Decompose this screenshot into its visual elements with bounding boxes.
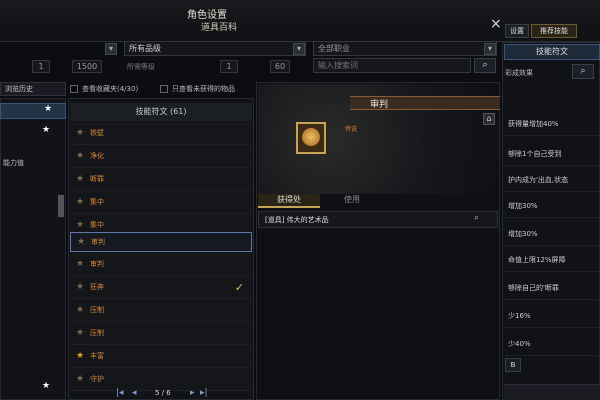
right-line: 少16% bbox=[504, 304, 600, 328]
list-item[interactable]: ★ 断罪 bbox=[70, 168, 252, 191]
star-icon[interactable]: ★ bbox=[42, 381, 50, 391]
chevron-down-icon[interactable]: ▾ bbox=[484, 43, 496, 55]
close-button[interactable]: × bbox=[490, 16, 502, 32]
item-grade: 传说 bbox=[345, 126, 358, 133]
list-item[interactable]: ★ 净化 bbox=[70, 145, 252, 168]
right-line: 获得量增加40% bbox=[504, 112, 600, 136]
source-text: [道具] 伟大的艺术品 bbox=[265, 216, 329, 224]
favorites-checkbox[interactable] bbox=[70, 85, 78, 93]
list-item[interactable]: ★ 守护 bbox=[70, 368, 252, 391]
star-icon[interactable]: ★ bbox=[70, 174, 90, 184]
level-min-left-field[interactable]: 1 bbox=[32, 60, 50, 73]
star-icon[interactable]: ★ bbox=[70, 328, 90, 338]
star-icon[interactable]: ★ bbox=[71, 237, 91, 247]
chevron-down-icon[interactable]: ▾ bbox=[293, 43, 305, 55]
star-icon[interactable]: ★ bbox=[70, 305, 90, 315]
item-icon-frame bbox=[296, 122, 326, 154]
right-subheader: 彩成效果 bbox=[505, 69, 533, 77]
next-page-icon[interactable]: ▸ bbox=[190, 388, 195, 398]
unobtained-label: 只查看未获得的物品 bbox=[172, 85, 235, 93]
list-item[interactable]: ★ 压制 bbox=[70, 299, 252, 322]
list-header: 技能符文 (61) bbox=[70, 103, 252, 121]
star-icon[interactable]: ★ bbox=[42, 125, 50, 135]
unobtained-checkbox[interactable] bbox=[160, 85, 168, 93]
star-icon[interactable]: ★ bbox=[70, 351, 90, 361]
prev-page-icon[interactable]: ◂ bbox=[132, 388, 137, 398]
chevron-down-icon[interactable]: ▾ bbox=[105, 43, 117, 55]
search-icon: ⌕ bbox=[482, 60, 488, 70]
list-item[interactable]: ★ 铁壁 bbox=[70, 122, 252, 145]
star-icon[interactable]: ★ bbox=[44, 104, 52, 114]
favorites-label: 查看收藏夹(4/30) bbox=[82, 85, 139, 93]
right-line: 少40% bbox=[504, 332, 600, 356]
right-search-button[interactable]: ⌕ bbox=[572, 64, 594, 79]
level-max-left-field[interactable]: 1500 bbox=[72, 60, 102, 73]
right-line: 增加30% bbox=[504, 194, 600, 218]
star-icon[interactable]: ★ bbox=[70, 282, 90, 292]
search-icon: ⌕ bbox=[580, 66, 586, 76]
level-label: 所需等级 bbox=[127, 63, 155, 71]
sidebar-item-selected[interactable] bbox=[0, 103, 66, 119]
history-header[interactable]: 浏览历史 bbox=[0, 82, 66, 96]
search-input[interactable] bbox=[313, 58, 471, 73]
star-icon[interactable]: ★ bbox=[70, 259, 90, 269]
level-min-field[interactable]: 1 bbox=[220, 60, 238, 73]
tab-use[interactable]: 使用 bbox=[322, 194, 382, 208]
last-page-icon[interactable]: ▸| bbox=[200, 388, 208, 398]
right-line: 命值上限12%屏障 bbox=[504, 248, 600, 272]
level-max-field[interactable]: 60 bbox=[270, 60, 290, 73]
right-header: 技能符文 bbox=[504, 44, 600, 60]
right-line: 够除1个自己受到 bbox=[504, 142, 600, 166]
sidebar-item-label[interactable]: 能力值 bbox=[0, 158, 24, 168]
list-item[interactable]: ★ 压制 bbox=[70, 322, 252, 345]
sidebar-scrollbar[interactable] bbox=[58, 195, 64, 217]
list-item[interactable]: ★ 丰富 bbox=[70, 345, 252, 368]
home-icon[interactable]: ⌂ bbox=[483, 113, 495, 125]
star-icon[interactable]: ★ bbox=[70, 220, 90, 230]
job-select[interactable]: 全部职业 bbox=[313, 41, 497, 56]
right-footer bbox=[504, 384, 600, 400]
check-icon: ✓ bbox=[234, 280, 244, 294]
right-line: 护内成为'出血,状态 bbox=[504, 168, 600, 192]
star-icon[interactable]: ★ bbox=[70, 374, 90, 384]
star-icon[interactable]: ★ bbox=[70, 128, 90, 138]
list-item[interactable]: ★ 集中 bbox=[70, 191, 252, 214]
window-title: 角色设置 bbox=[187, 10, 227, 21]
right-line: 够除自己的'断罪 bbox=[504, 276, 600, 300]
first-page-icon[interactable]: |◂ bbox=[116, 388, 124, 398]
list-item[interactable]: ★ 狂奔 ✓ bbox=[70, 276, 252, 299]
star-icon[interactable]: ★ bbox=[70, 197, 90, 207]
detail-name: 审判 bbox=[370, 100, 389, 110]
window-subtitle: 道具百科 bbox=[201, 23, 238, 33]
tab-obtain[interactable]: 获得处 bbox=[258, 194, 320, 208]
star-icon[interactable]: ★ bbox=[70, 151, 90, 161]
page-indicator: 5 / 6 bbox=[155, 389, 171, 397]
right-line: 增加30% bbox=[504, 222, 600, 246]
search-button[interactable]: ⌕ bbox=[474, 58, 496, 73]
item-icon bbox=[302, 128, 320, 146]
right-action-button[interactable]: B bbox=[505, 358, 521, 372]
grade-select[interactable]: 所有品级 bbox=[124, 41, 306, 56]
history-sidebar bbox=[0, 98, 66, 400]
tab-recommend-skills[interactable]: 推荐技能 bbox=[531, 24, 577, 38]
search-icon[interactable]: ⌕ bbox=[474, 213, 479, 223]
list-item[interactable]: ★ 审判 bbox=[70, 253, 252, 276]
tab-settings[interactable]: 设置 bbox=[505, 24, 529, 38]
list-item-selected[interactable]: ★ 审判 bbox=[70, 232, 252, 252]
